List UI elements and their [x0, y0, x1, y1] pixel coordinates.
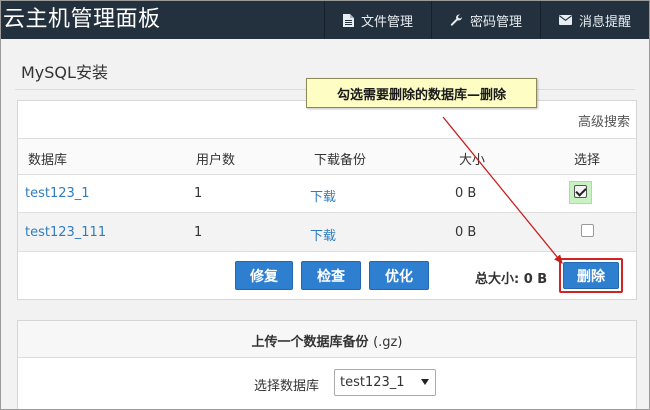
upload-title-suffix: (.gz): [373, 335, 403, 350]
nav-label: 密码管理: [469, 14, 522, 30]
optimize-button[interactable]: 优化: [369, 261, 429, 290]
user-count: 1: [194, 186, 203, 201]
upload-panel-header: 上传一个数据库备份 (.gz): [18, 321, 636, 358]
database-name-link[interactable]: test123_111: [25, 225, 106, 240]
advanced-search-link[interactable]: 高级搜索: [578, 111, 630, 130]
column-header-download: 下载备份: [314, 153, 367, 168]
check-button[interactable]: 检查: [301, 261, 361, 290]
total-size-value: 0 B: [523, 272, 548, 287]
upload-backup-panel: 上传一个数据库备份 (.gz) 选择数据库 test123_1: [17, 320, 637, 409]
repair-button[interactable]: 修复: [235, 261, 293, 290]
nav-notifications[interactable]: 消息提醒: [539, 1, 649, 39]
upload-panel-title: 上传一个数据库备份 (.gz): [18, 331, 636, 350]
database-size: 0 B: [455, 186, 477, 201]
top-navbar: 云主机管理面板 文件管理 密码管理 消息提醒: [1, 1, 649, 39]
app-title: 云主机管理面板: [3, 7, 161, 32]
upload-title-text: 上传一个数据库备份: [251, 335, 369, 350]
database-name-link[interactable]: test123_1: [25, 186, 90, 201]
select-checkbox[interactable]: [581, 224, 594, 237]
download-backup-link[interactable]: 下载: [310, 186, 336, 205]
total-size-label: 总大小:: [475, 272, 520, 287]
select-database-label: 选择数据库: [254, 379, 320, 394]
wrench-icon: [450, 13, 462, 26]
user-count: 1: [194, 225, 203, 240]
instruction-callout: 勾选需要删除的数据库—删除: [306, 78, 537, 108]
column-header-users: 用户数: [196, 153, 236, 168]
download-backup-link[interactable]: 下载: [310, 225, 336, 244]
column-header-size: 大小: [459, 153, 486, 168]
database-select[interactable]: test123_1: [334, 369, 436, 396]
total-size: 总大小: 0 B: [475, 268, 547, 287]
app-window: 云主机管理面板 文件管理 密码管理 消息提醒 MySQL安装 高级搜索 数据库 …: [0, 0, 650, 410]
nav-label: 消息提醒: [578, 14, 631, 30]
top-nav: 文件管理 密码管理 消息提醒: [323, 1, 649, 39]
file-icon: [342, 13, 354, 27]
table-header: 数据库 用户数 下载备份 大小 选择: [18, 138, 636, 175]
delete-button[interactable]: 删除: [563, 262, 619, 289]
table-row: test123_1 1 下载 0 B: [18, 174, 636, 213]
column-header-database: 数据库: [28, 153, 68, 168]
page-title: MySQL安装: [21, 63, 108, 82]
table-row: test123_111 1 下载 0 B: [18, 213, 636, 252]
column-header-select: 选择: [574, 153, 601, 168]
nav-password-management[interactable]: 密码管理: [430, 1, 540, 39]
caret-down-icon: [421, 379, 429, 385]
nav-label: 文件管理: [360, 14, 413, 30]
nav-file-management[interactable]: 文件管理: [323, 1, 431, 39]
database-panel: 高级搜索 数据库 用户数 下载备份 大小 选择 test123_1 1 下载 0…: [17, 100, 637, 300]
envelope-icon: [558, 15, 572, 25]
select-value: test123_1: [340, 375, 405, 390]
database-size: 0 B: [455, 225, 477, 240]
select-checkbox[interactable]: [574, 185, 587, 198]
